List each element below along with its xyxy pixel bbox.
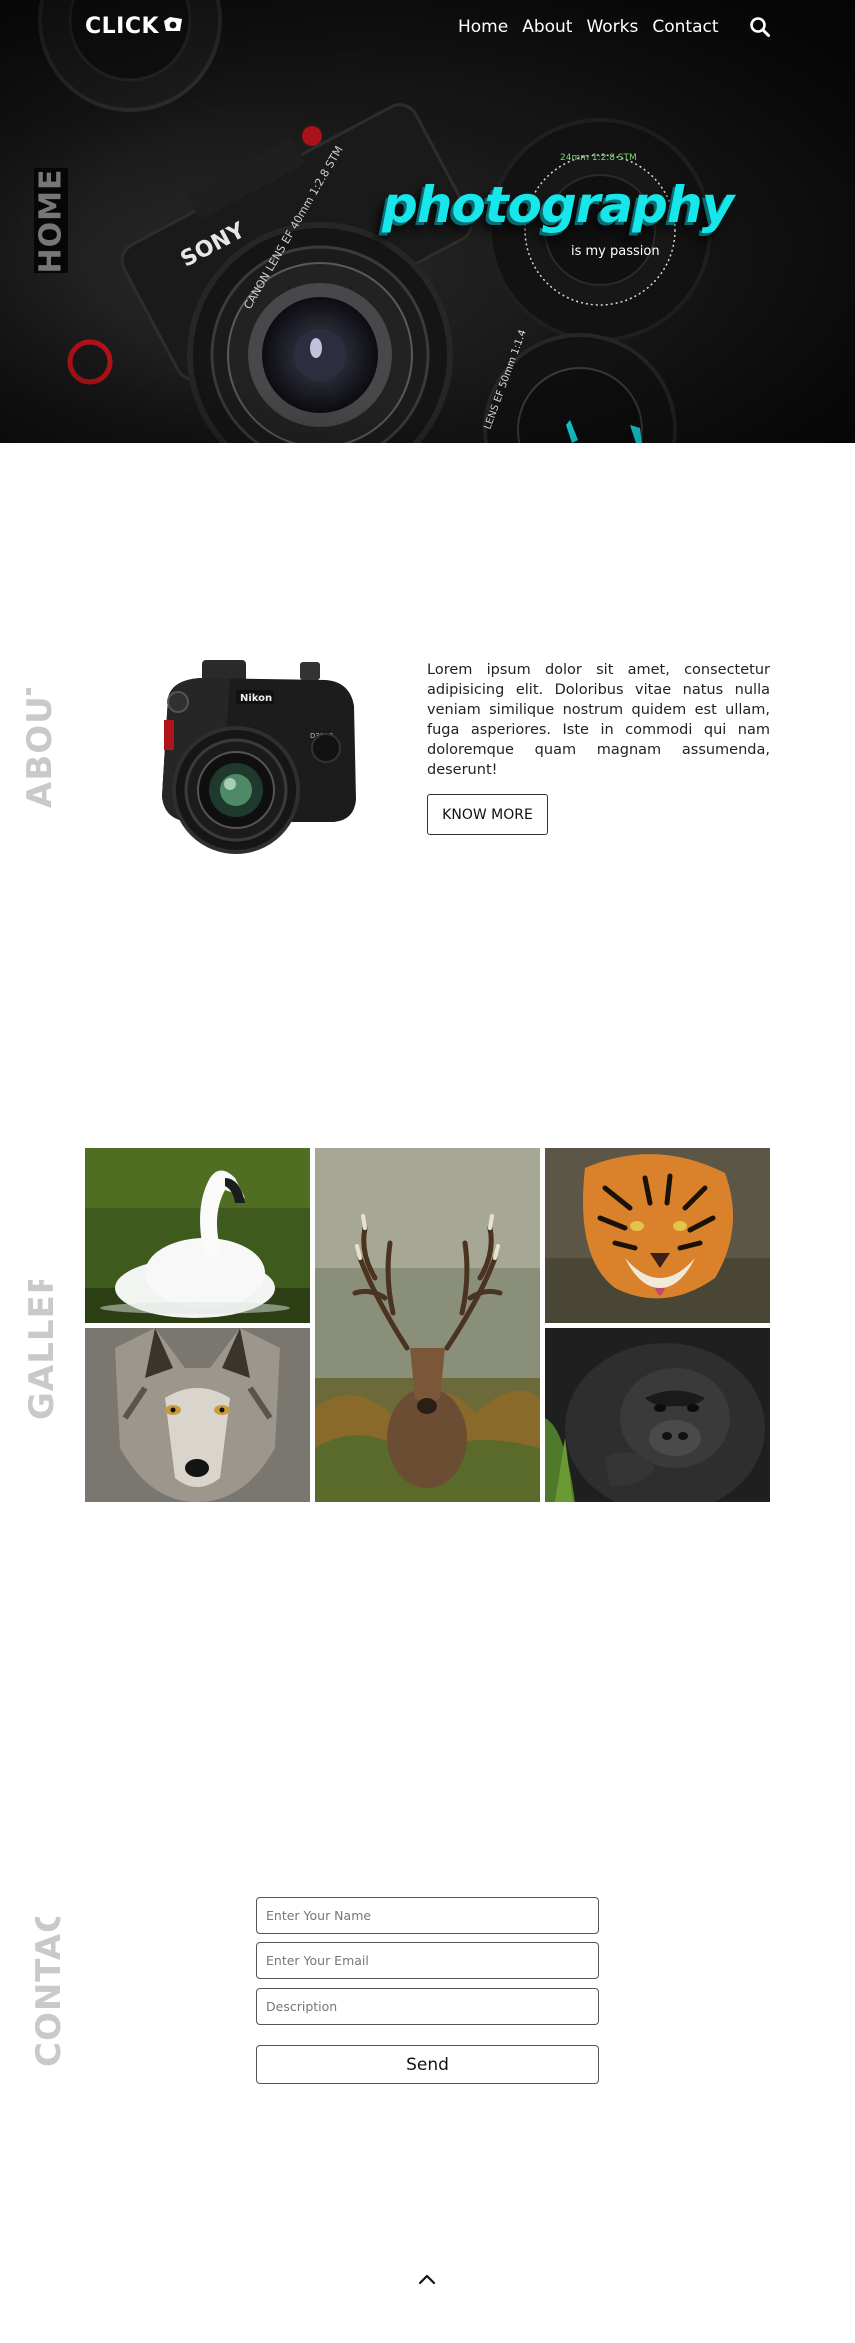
gallery-image-wolf[interactable] — [85, 1328, 310, 1502]
search-icon[interactable] — [749, 16, 771, 42]
hero-subtitle: is my passion — [571, 244, 660, 259]
gallery-image-deer[interactable] — [315, 1148, 540, 1502]
send-button[interactable]: Send — [256, 2045, 599, 2084]
hero-title: photography — [382, 176, 734, 234]
chevron-up-icon[interactable] — [418, 2270, 436, 2289]
home-side-label-text: HOME — [33, 168, 69, 273]
nav-link-contact[interactable]: Contact — [652, 17, 718, 37]
hero-section: SONY CANON LENS EF 40mm 1:2.8 STM 24mm 1… — [0, 0, 855, 443]
name-field[interactable] — [256, 1897, 599, 1934]
gallery-image-tiger[interactable] — [545, 1148, 770, 1323]
gallery-grid — [85, 1148, 770, 1502]
email-field[interactable] — [256, 1942, 599, 1979]
know-more-button[interactable]: KNOW MORE — [427, 794, 548, 835]
top-navbar: CLICK Home About Works Contact — [0, 0, 855, 58]
about-body-text: Lorem ipsum dolor sit amet, consectetur … — [427, 662, 770, 778]
contact-side-label: CONTACT — [29, 1917, 69, 2067]
gallery-image-swan[interactable] — [85, 1148, 310, 1323]
home-side-label: HOME — [33, 168, 69, 273]
nav-link-works[interactable]: Works — [586, 17, 638, 37]
svg-text:Nikon: Nikon — [240, 693, 272, 704]
about-side-label: ABOUT — [20, 688, 60, 808]
nav-link-home[interactable]: Home — [458, 17, 508, 37]
site-logo[interactable]: CLICK — [85, 14, 183, 39]
nav-link-about[interactable]: About — [522, 17, 572, 37]
about-camera-image: Nikon D3100 — [150, 650, 365, 864]
description-field[interactable] — [256, 1988, 599, 2025]
gallery-side-label: GALLERY — [22, 1280, 62, 1420]
nav-links: Home About Works Contact — [458, 17, 719, 37]
gallery-image-gorilla[interactable] — [545, 1328, 770, 1502]
camera-logo-icon — [161, 14, 183, 39]
logo-text: CLICK — [85, 14, 160, 39]
